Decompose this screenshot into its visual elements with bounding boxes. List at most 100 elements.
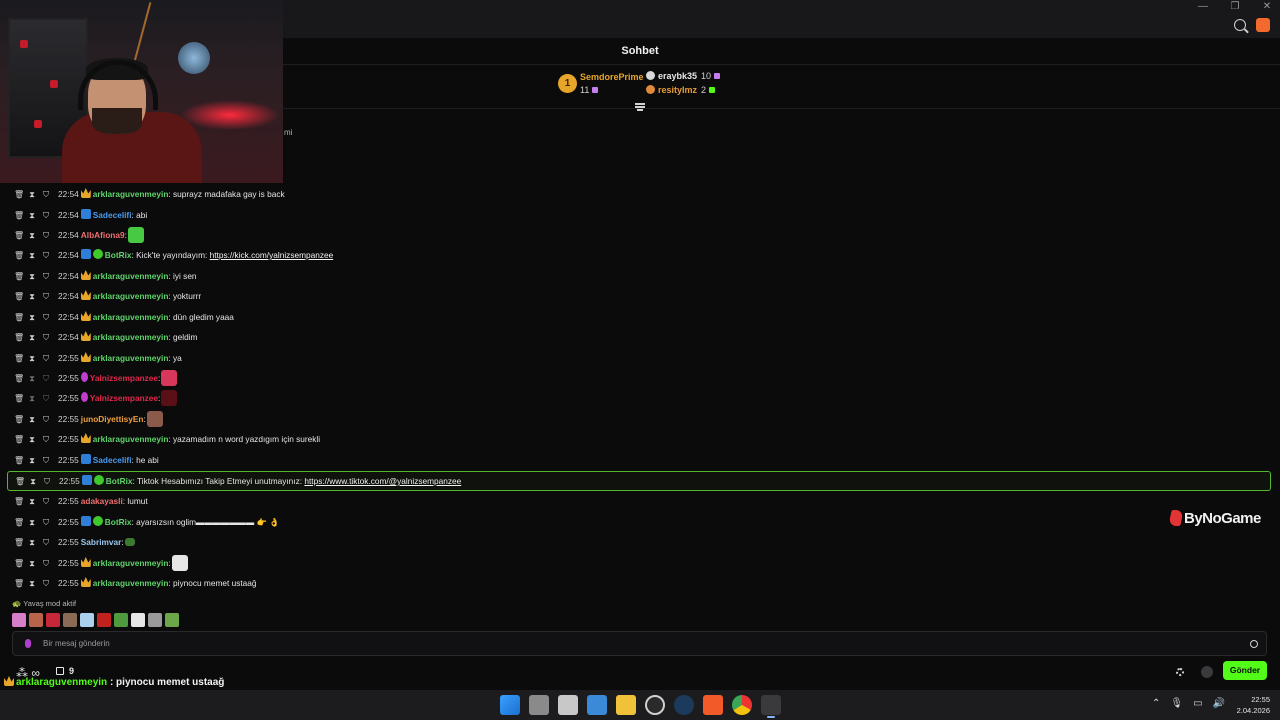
chrome-icon[interactable]: [732, 695, 752, 715]
microphone-icon[interactable]: [25, 639, 31, 648]
message-username[interactable]: BotRix: [105, 250, 132, 260]
timeout-icon[interactable]: ⧗: [28, 389, 36, 409]
emote[interactable]: [12, 613, 26, 627]
timeout-icon[interactable]: ⧗: [28, 492, 36, 512]
ban-shield-icon[interactable]: ⛉: [42, 492, 50, 512]
chat-message[interactable]: 🗑 ⧗ ⛉ 22:54 arklaraguvenmeyin: yokturrr: [14, 286, 1264, 306]
chat-message[interactable]: 🗑 ⧗ ⛉ 22:55 BotRix: Tiktok Hesabımızı Takip …: [7, 471, 1271, 491]
chat-message[interactable]: 🗑 ⧗ ⛉ 22:55 Yalnizsempanzee:: [14, 388, 1264, 408]
message-username[interactable]: adakayasli: [81, 496, 123, 506]
message-username[interactable]: arklaraguvenmeyin: [93, 578, 169, 588]
maximize-icon[interactable]: ❐: [1230, 0, 1240, 16]
emote[interactable]: [29, 613, 43, 627]
emote[interactable]: [80, 613, 94, 627]
chat-message[interactable]: 🗑 ⧗ ⛉ 22:55 Yalnizsempanzee:: [14, 368, 1264, 388]
send-button[interactable]: Gönder: [1223, 661, 1267, 680]
delete-message-icon[interactable]: 🗑: [14, 451, 24, 471]
ban-shield-icon[interactable]: ⛉: [42, 574, 50, 594]
message-username[interactable]: Sabrimvar: [81, 537, 122, 547]
media-player-icon[interactable]: [761, 695, 781, 718]
ban-shield-icon[interactable]: ⛉: [42, 513, 50, 533]
delete-message-icon[interactable]: 🗑: [15, 473, 25, 491]
timeout-icon[interactable]: ⧗: [28, 554, 36, 574]
file-explorer-icon[interactable]: [616, 695, 636, 715]
timeout-icon[interactable]: ⧗: [28, 430, 36, 450]
delete-message-icon[interactable]: 🗑: [14, 430, 24, 450]
chat-message[interactable]: 🗑 ⧗ ⛉ 22:55 junoDiyettisyEn:: [14, 409, 1264, 429]
brave-shield-icon[interactable]: [1256, 18, 1270, 32]
emote[interactable]: [165, 613, 179, 627]
chat-message[interactable]: 🗑 ⧗ ⛉ 22:54 arklaraguvenmeyin: geldim: [14, 327, 1264, 347]
ban-shield-icon[interactable]: ⛉: [42, 246, 50, 266]
message-username[interactable]: AlbAfiona9: [81, 230, 125, 240]
brave-icon[interactable]: [703, 695, 723, 715]
microphone-tray-icon[interactable]: 🎙: [1170, 698, 1183, 709]
settings-gear-icon[interactable]: [1176, 668, 1184, 676]
timeout-icon[interactable]: ⧗: [28, 349, 36, 369]
ban-shield-icon[interactable]: ⛉: [42, 328, 50, 348]
obs-icon[interactable]: [645, 695, 665, 715]
chat-message[interactable]: 🗑 ⧗ ⛉ 22:54 AlbAfiona9:: [14, 225, 1264, 245]
message-username[interactable]: Sadecelifi: [93, 455, 132, 465]
delete-message-icon[interactable]: 🗑: [14, 389, 24, 409]
message-username[interactable]: Yalnizsempanzee: [90, 393, 158, 403]
delete-message-icon[interactable]: 🗑: [14, 185, 24, 205]
ban-shield-icon[interactable]: ⛉: [43, 473, 51, 491]
ban-shield-icon[interactable]: ⛉: [42, 369, 50, 389]
close-icon[interactable]: ✕: [1262, 0, 1272, 16]
chat-message[interactable]: 🗑 ⧗ ⛉ 22:55 arklaraguvenmeyin:: [14, 553, 1264, 573]
emote[interactable]: [131, 613, 145, 627]
delete-message-icon[interactable]: 🗑: [14, 349, 24, 369]
chat-message[interactable]: 🗑 ⧗ ⛉ 22:55 Sadecelifi: he abi: [14, 450, 1264, 470]
collapse-leaderboard-icon[interactable]: [634, 102, 646, 112]
timeout-icon[interactable]: ⧗: [28, 267, 36, 287]
delete-message-icon[interactable]: 🗑: [14, 287, 24, 307]
chat-settings-icon[interactable]: [1201, 666, 1213, 678]
delete-message-icon[interactable]: 🗑: [14, 206, 24, 226]
snipping-tool-icon[interactable]: [558, 695, 578, 715]
delete-message-icon[interactable]: 🗑: [14, 492, 24, 512]
timeout-icon[interactable]: ⧗: [28, 246, 36, 266]
message-username[interactable]: arklaraguvenmeyin: [93, 312, 169, 322]
steam-icon[interactable]: [674, 695, 694, 715]
chat-message[interactable]: 🗑 ⧗ ⛉ 22:55 adakayasli: lumut: [14, 491, 1264, 511]
timeout-icon[interactable]: ⧗: [28, 533, 36, 553]
message-username[interactable]: arklaraguvenmeyin: [93, 558, 169, 568]
ban-shield-icon[interactable]: ⛉: [42, 308, 50, 328]
chat-message[interactable]: 🗑 ⧗ ⛉ 22:55 arklaraguvenmeyin: piynocu memet…: [14, 573, 1264, 593]
message-username[interactable]: Sadecelifi: [93, 210, 132, 220]
delete-message-icon[interactable]: 🗑: [14, 410, 24, 430]
ban-shield-icon[interactable]: ⛉: [42, 349, 50, 369]
delete-message-icon[interactable]: 🗑: [14, 267, 24, 287]
chat-message[interactable]: 🗑 ⧗ ⛉ 22:54 arklaraguvenmeyin: dün gledim ya…: [14, 307, 1264, 327]
timeout-icon[interactable]: ⧗: [28, 287, 36, 307]
chat-input[interactable]: Bir mesaj gönderin: [12, 631, 1267, 656]
delete-message-icon[interactable]: 🗑: [14, 308, 24, 328]
ban-shield-icon[interactable]: ⛉: [42, 451, 50, 471]
message-link[interactable]: https://www.tiktok.com/@yalnizsempanzee: [304, 476, 461, 486]
timeout-icon[interactable]: ⧗: [28, 226, 36, 246]
message-username[interactable]: arklaraguvenmeyin: [93, 353, 169, 363]
delete-message-icon[interactable]: 🗑: [14, 574, 24, 594]
leader-3[interactable]: resityImz 2: [646, 85, 716, 95]
ban-shield-icon[interactable]: ⛉: [42, 185, 50, 205]
emote[interactable]: [97, 613, 111, 627]
task-view-icon[interactable]: [529, 695, 549, 715]
chat-message[interactable]: 🗑 ⧗ ⛉ 22:55 BotRix: ayarsızsın oglim▬▬▬▬▬▬▬ …: [14, 512, 1264, 532]
message-username[interactable]: junoDiyettisyEn: [81, 414, 144, 424]
timeout-icon[interactable]: ⧗: [28, 410, 36, 430]
ban-shield-icon[interactable]: ⛉: [42, 287, 50, 307]
chat-message[interactable]: 🗑 ⧗ ⛉ 22:54 Sadecelifi: abi: [14, 205, 1264, 225]
emote[interactable]: [46, 613, 60, 627]
timeout-icon[interactable]: ⧗: [28, 185, 36, 205]
clock[interactable]: 22:55 2.04.2026: [1230, 694, 1270, 716]
delete-message-icon[interactable]: 🗑: [14, 328, 24, 348]
message-username[interactable]: BotRix: [105, 517, 132, 527]
message-username[interactable]: arklaraguvenmeyin: [93, 332, 169, 342]
chat-message[interactable]: 🗑 ⧗ ⛉ 22:54 arklaraguvenmeyin: suprayz madaf…: [14, 184, 1264, 204]
photos-icon[interactable]: [587, 695, 607, 715]
message-username[interactable]: arklaraguvenmeyin: [93, 434, 169, 444]
delete-message-icon[interactable]: 🗑: [14, 533, 24, 553]
leader-1-name[interactable]: SemdorePrime: [580, 72, 644, 82]
emote[interactable]: [148, 613, 162, 627]
